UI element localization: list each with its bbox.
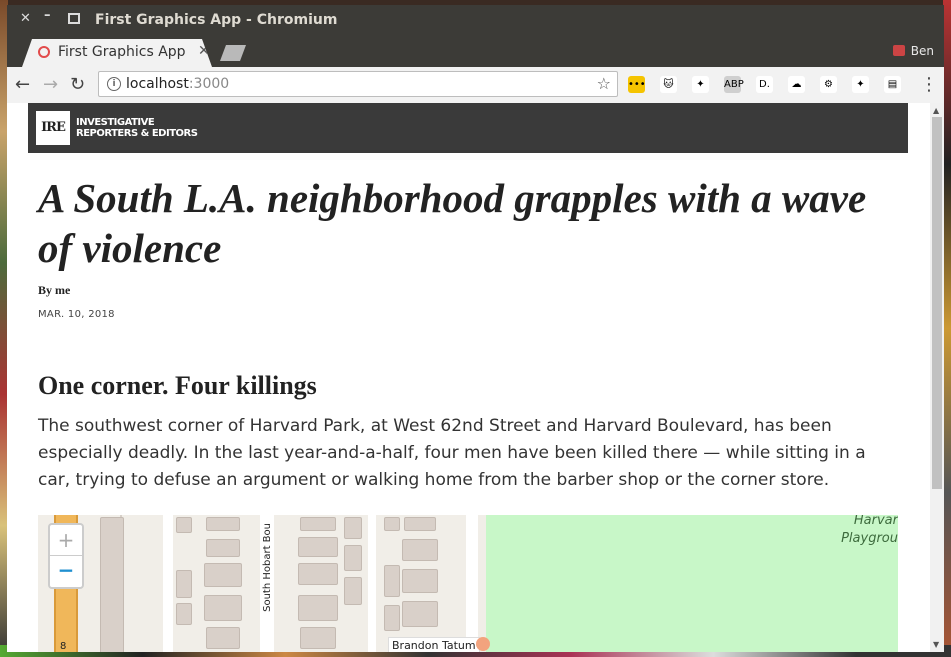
scroll-up-icon[interactable]: ▲ — [933, 106, 939, 115]
article-body: The southwest corner of Harvard Park, at… — [38, 416, 866, 490]
adblock-plus-icon[interactable]: ABP — [724, 76, 744, 93]
favicon-icon — [38, 46, 50, 58]
new-tab-button[interactable] — [220, 45, 246, 61]
map-pin-label[interactable]: Brandon Tatum — [388, 637, 480, 652]
map-building — [384, 565, 400, 597]
window-minimize-button[interactable]: – — [44, 8, 51, 23]
window-close-button[interactable]: ✕ — [20, 11, 31, 26]
map-building — [404, 517, 436, 531]
ire-logo-text: INVESTIGATIVE REPORTERS & EDITORS — [76, 117, 198, 139]
extension-cloud-icon[interactable]: ☁ — [788, 76, 805, 93]
url-text[interactable]: localhost:3000 — [126, 76, 229, 92]
browser-window: ✕ – First Graphics App - Chromium First … — [7, 5, 944, 652]
site-info-icon[interactable]: i — [107, 77, 121, 91]
url-host: localhost — [126, 76, 189, 92]
tab-strip: First Graphics App ✕ Ben — [7, 36, 944, 67]
extension-doc-icon[interactable]: ▤ — [884, 76, 901, 93]
map-building — [176, 603, 192, 625]
extension-pin-icon[interactable]: ✦ — [692, 76, 709, 93]
map-building — [204, 595, 242, 621]
map-park: Harvar Playgrou — [486, 515, 898, 652]
map-building — [344, 517, 362, 539]
extension-cat-icon[interactable]: 🐱 — [660, 76, 677, 93]
page-viewport: IRE INVESTIGATIVE REPORTERS & EDITORS A … — [7, 103, 944, 652]
extension-gear-icon[interactable]: ⚙ — [820, 76, 837, 93]
ire-logo-line1: INVESTIGATIVE — [76, 117, 155, 128]
article-byline: By me — [38, 283, 71, 297]
map-building — [300, 517, 336, 531]
extension-pin2-icon[interactable]: ✦ — [852, 76, 869, 93]
window-maximize-button[interactable] — [68, 13, 80, 24]
scroll-down-icon[interactable]: ▼ — [933, 640, 939, 649]
ire-logo-line2: REPORTERS & EDITORS — [76, 128, 198, 139]
map-road — [466, 515, 478, 652]
map-building — [298, 537, 338, 557]
scrollbar-thumb[interactable] — [932, 117, 942, 489]
page-scrollbar[interactable]: ▲ ▼ — [930, 103, 944, 652]
tab-label: First Graphics App — [58, 44, 186, 60]
ire-logo[interactable]: IRE — [36, 111, 70, 145]
back-button[interactable]: ← — [15, 74, 30, 95]
map-building — [344, 545, 362, 571]
map-zoom-control: + − — [48, 523, 84, 589]
window-title: First Graphics App - Chromium — [95, 12, 338, 28]
map-building — [176, 570, 192, 598]
profile-button[interactable]: Ben — [892, 44, 934, 58]
ire-header: IRE INVESTIGATIVE REPORTERS & EDITORS — [28, 103, 908, 153]
bookmark-star-icon[interactable]: ☆ — [597, 74, 611, 93]
map-building — [176, 517, 192, 533]
profile-icon — [892, 45, 905, 56]
map-building — [384, 605, 400, 631]
url-port: :3000 — [188, 76, 230, 92]
desktop-background-right — [943, 0, 951, 657]
map[interactable]: Harvar Playgrou South Hobart Bou + − Bra… — [38, 515, 898, 652]
map-building — [206, 517, 240, 531]
article-date: MAR. 10, 2018 — [38, 309, 115, 320]
map-road — [163, 515, 173, 652]
map-building — [384, 517, 400, 531]
map-building — [204, 563, 242, 587]
map-building — [402, 569, 438, 593]
map-building — [206, 627, 240, 649]
map-building — [402, 601, 438, 627]
street-label: South Hobart Bou — [262, 523, 273, 612]
map-road — [368, 515, 376, 652]
zoom-out-button[interactable]: − — [50, 556, 82, 586]
park-label-line1: Harvar — [853, 515, 898, 528]
park-label: Harvar Playgrou — [841, 515, 898, 548]
reload-button[interactable]: ↻ — [70, 74, 85, 95]
map-corner-mark: 8 — [60, 641, 67, 652]
section-subhead: One corner. Four killings — [38, 371, 317, 400]
browser-toolbar: ← → ↻ i localhost:3000 ☆ ••• 🐱 ✦ ABP D. ☁ ⚙ ✦ ▤ … — [7, 67, 944, 104]
address-bar[interactable]: i localhost:3000 ☆ — [98, 71, 618, 97]
map-building — [300, 627, 336, 649]
zoom-in-button[interactable]: + — [50, 525, 82, 556]
tab-close-button[interactable]: ✕ — [198, 43, 210, 59]
profile-name: Ben — [910, 44, 934, 58]
map-building — [100, 517, 124, 652]
chrome-menu-button[interactable]: ⋮ — [920, 74, 938, 95]
map-building — [402, 539, 438, 561]
map-building — [298, 595, 338, 621]
map-building — [206, 539, 240, 557]
article-headline: A South L.A. neighborhood grapples with … — [38, 175, 867, 271]
forward-button[interactable]: → — [43, 74, 58, 95]
extension-yellow-icon[interactable]: ••• — [628, 76, 646, 93]
extension-d-icon[interactable]: D. — [756, 76, 773, 93]
tab-first-graphics-app[interactable]: First Graphics App ✕ — [22, 39, 212, 67]
title-bar: ✕ – First Graphics App - Chromium — [7, 5, 944, 36]
map-marker-icon[interactable] — [476, 637, 490, 651]
map-building — [344, 577, 362, 605]
map-building — [298, 563, 338, 585]
park-label-line2: Playgrou — [841, 531, 898, 546]
